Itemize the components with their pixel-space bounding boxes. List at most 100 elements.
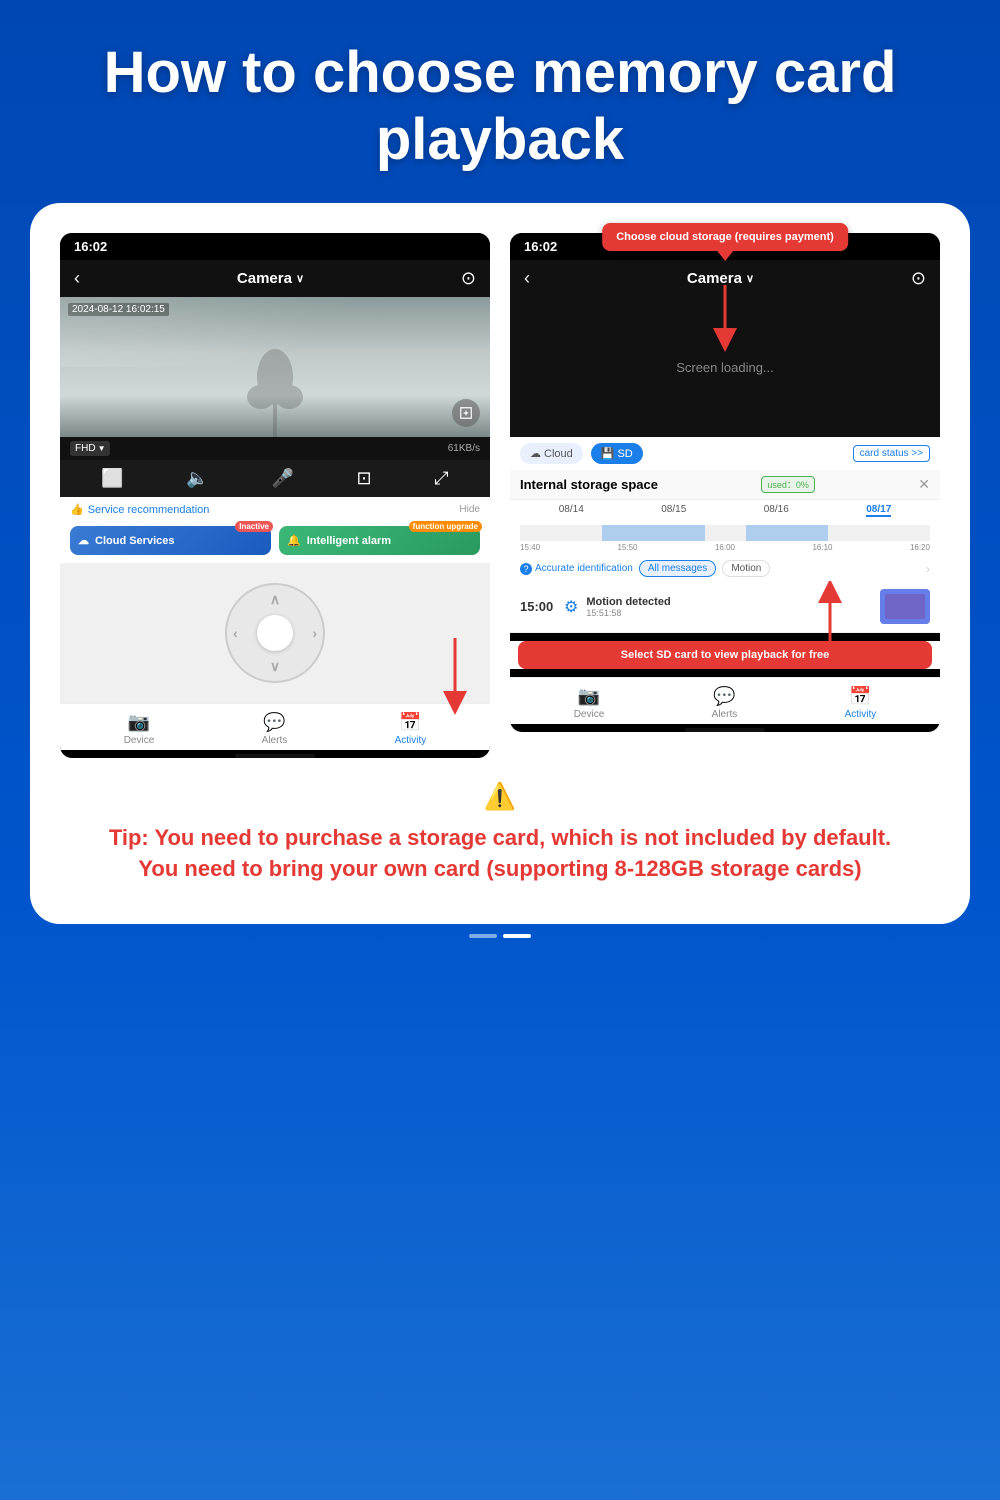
screenshots-row: 16:02 ‹ Camera ∨ ⊙ 2024-08-12 16:02:15 <box>60 233 940 758</box>
thumbs-up-icon: 👍 <box>70 503 84 516</box>
motion-event-icon: ⚙ <box>564 597 578 617</box>
close-button[interactable]: ✕ <box>918 476 930 493</box>
camera-feed: 2024-08-12 16:02:15 <box>60 297 490 437</box>
dpad-down-icon[interactable]: ∨ <box>270 658 280 675</box>
left-status-bar: 16:02 <box>60 233 490 260</box>
right-settings-icon[interactable]: ⊙ <box>911 268 926 289</box>
right-nav-alerts[interactable]: 💬 Alerts <box>712 686 738 720</box>
all-messages-chip[interactable]: All messages <box>639 560 716 577</box>
page-dot-1[interactable] <box>469 934 497 938</box>
screen-loading: Screen loading... <box>510 297 940 437</box>
date-0815[interactable]: 08/15 <box>661 504 686 517</box>
sd-callout-bubble: Select SD card to view playback for free <box>518 641 932 669</box>
right-nav-device[interactable]: 📷 Device <box>574 686 605 720</box>
event-info: Motion detected 15:51:58 <box>586 596 872 618</box>
sd-callout-area: Select SD card to view playback for free <box>510 641 940 669</box>
chevron-right-icon: › <box>926 562 930 576</box>
used-badge: used：0% <box>761 476 815 493</box>
dpad[interactable]: ∧ ∨ ‹ › <box>225 583 325 683</box>
filter-info: ? Accurate identification <box>520 563 633 575</box>
event-subtitle: 15:51:58 <box>586 608 872 618</box>
dpad-ring: ∧ ∨ ‹ › <box>225 583 325 683</box>
inactive-badge: Inactive <box>235 521 273 532</box>
alarm-service-card[interactable]: 🔔 Intelligent alarm function upgrade <box>279 526 480 555</box>
warning-icon: ⚠️ <box>484 778 516 814</box>
crop-icon[interactable]: ⊡ <box>357 468 372 489</box>
upgrade-badge: function upgrade <box>409 521 482 532</box>
right-back-icon[interactable]: ‹ <box>524 268 530 289</box>
filters-row: ? Accurate identification All messages M… <box>510 556 940 581</box>
date-0816[interactable]: 08/16 <box>764 504 789 517</box>
motion-chip[interactable]: Motion <box>722 560 770 577</box>
hide-button[interactable]: Hide <box>459 504 480 515</box>
left-bottom-nav: 📷 Device 💬 Alerts 📅 Activity <box>60 703 490 750</box>
cloud-icon: ☁ <box>78 534 89 547</box>
storage-tabs: ☁ Cloud 💾 SD card status >> <box>510 437 940 470</box>
dpad-left-icon[interactable]: ‹ <box>233 625 238 641</box>
right-nav-activity[interactable]: 📅 Activity <box>845 686 877 720</box>
sd-tab-icon: 💾 <box>601 447 615 460</box>
timeline-scrubber[interactable]: 15:40 15:50 16:00 16:10 16:20 <box>510 521 940 556</box>
chevron-down-icon: ∨ <box>296 272 304 285</box>
settings-icon[interactable]: ⊙ <box>461 268 476 289</box>
cloud-service-card[interactable]: ☁ Cloud Services Inactive <box>70 526 271 555</box>
dpad-right-icon[interactable]: › <box>312 625 317 641</box>
cloud-callout-bubble: Choose cloud storage (requires payment) <box>602 223 848 251</box>
dpad-up-icon[interactable]: ∧ <box>270 591 280 608</box>
sd-tab[interactable]: 💾 SD <box>591 443 643 464</box>
cloud-tab[interactable]: ☁ Cloud <box>520 443 583 464</box>
nav-activity[interactable]: 📅 Activity <box>395 712 427 746</box>
page-title: How to choose memory card playback <box>60 40 940 173</box>
right-nav-bar: ‹ Camera ∨ ⊙ <box>510 260 940 297</box>
date-0817[interactable]: 08/17 <box>866 504 891 517</box>
record-icon[interactable]: ⬜ <box>101 468 123 489</box>
event-time: 15:00 <box>520 599 556 614</box>
dpad-center-button[interactable] <box>257 615 293 651</box>
quality-badge[interactable]: FHD ▼ <box>70 441 110 456</box>
storage-title: Internal storage space <box>520 477 658 492</box>
page-indicator <box>0 924 1000 944</box>
event-item[interactable]: 15:00 ⚙ Motion detected 15:51:58 <box>510 581 940 633</box>
cloud-tab-icon: ☁ <box>530 447 541 460</box>
scrubber-ticks: 15:40 15:50 16:00 16:10 16:20 <box>520 541 930 554</box>
right-phone-wrapper: Choose cloud storage (requires payment) … <box>510 233 940 758</box>
back-icon[interactable]: ‹ <box>74 268 80 289</box>
service-cards: ☁ Cloud Services Inactive 🔔 Intelligent … <box>60 522 490 563</box>
device-icon: 📷 <box>128 712 150 733</box>
storage-info: Internal storage space used：0% ✕ <box>510 470 940 500</box>
watermark-icon <box>452 399 480 427</box>
mic-icon[interactable]: 🎤 <box>271 468 293 489</box>
nav-alerts[interactable]: 💬 Alerts <box>262 712 288 746</box>
tip-section: ⚠️ Tip: You need to purchase a storage c… <box>60 758 940 904</box>
event-thumbnail[interactable] <box>880 589 930 624</box>
fullscreen-icon[interactable]: ⤢ <box>434 468 448 489</box>
event-title: Motion detected <box>586 596 872 608</box>
action-buttons-row: ⬜ 🔈 🎤 ⊡ ⤢ <box>60 460 490 497</box>
card-status-button[interactable]: card status >> <box>853 445 930 462</box>
main-card: 16:02 ‹ Camera ∨ ⊙ 2024-08-12 16:02:15 <box>30 203 970 924</box>
info-icon: ? <box>520 563 532 575</box>
right-nav-title: Camera ∨ <box>687 270 754 287</box>
home-indicator <box>235 754 315 758</box>
tip-text: ⚠️ Tip: You need to purchase a storage c… <box>90 778 910 884</box>
alerts-icon: 💬 <box>263 712 285 733</box>
chevron-down-icon-right: ∨ <box>746 272 754 285</box>
left-nav-bar: ‹ Camera ∨ ⊙ <box>60 260 490 297</box>
nav-device[interactable]: 📷 Device <box>124 712 155 746</box>
speaker-icon[interactable]: 🔈 <box>186 468 208 489</box>
camera-controls: FHD ▼ 61KB/s <box>60 437 490 460</box>
scrubber-segment-1 <box>602 525 705 541</box>
control-pad-area: ∧ ∨ ‹ › <box>60 563 490 703</box>
chevron-down-icon: ▼ <box>98 444 106 453</box>
left-nav-title: Camera ∨ <box>237 270 304 287</box>
service-rec-label: 👍 Service recommendation <box>70 503 209 516</box>
activity-icon: 📅 <box>399 712 421 733</box>
timeline-dates: 08/14 08/15 08/16 08/17 <box>510 500 940 521</box>
right-home-indicator <box>685 728 765 732</box>
right-alerts-icon: 💬 <box>713 686 735 707</box>
right-device-icon: 📷 <box>578 686 600 707</box>
page-dot-2[interactable] <box>503 934 531 938</box>
left-phone-screen: 16:02 ‹ Camera ∨ ⊙ 2024-08-12 16:02:15 <box>60 233 490 758</box>
date-0814[interactable]: 08/14 <box>559 504 584 517</box>
speed-badge: 61KB/s <box>448 443 480 454</box>
